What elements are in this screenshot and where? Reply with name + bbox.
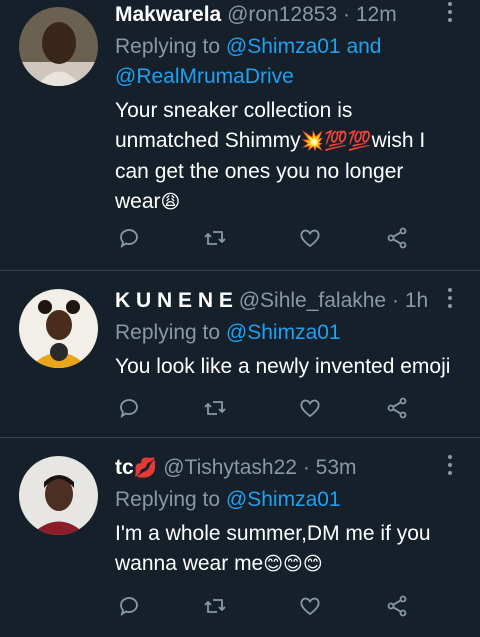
reply-icon[interactable] — [117, 594, 145, 622]
mention-link[interactable]: @RealMrumaDrive — [115, 65, 294, 88]
reply-icon[interactable] — [117, 396, 145, 424]
action-bar — [115, 226, 415, 256]
replying-to: Replying to @Shimza01 — [115, 318, 464, 348]
timestamp[interactable]: 53m — [316, 456, 357, 479]
author-handle[interactable]: @ron12853 — [227, 3, 337, 26]
author-handle[interactable]: @Tishytash22 — [163, 456, 297, 479]
tweet-header: tc💋 @Tishytash22 · 53m — [115, 453, 464, 483]
tweet-2[interactable]: K U N E N E @Sihle_falakhe · 1h Replying… — [0, 271, 480, 437]
timestamp[interactable]: 12m — [356, 3, 397, 26]
more-icon[interactable] — [448, 288, 454, 312]
retweet-icon[interactable] — [203, 396, 231, 424]
replying-to: Replying to @Shimza01 and @RealMrumaDriv… — [115, 32, 464, 92]
share-icon[interactable] — [385, 226, 413, 254]
tweet-text-line: wish I — [371, 129, 426, 152]
reply-icon[interactable] — [117, 226, 145, 254]
mention-link[interactable]: @Shimza01 — [226, 35, 341, 58]
tweet-text: You look like a newly invented emoji — [115, 352, 464, 382]
like-icon[interactable] — [298, 594, 326, 622]
name-emoji: 💋 — [133, 458, 158, 479]
tweet-text-line: Your sneaker collection is — [115, 99, 353, 122]
share-icon[interactable] — [385, 594, 413, 622]
avatar-tc[interactable] — [19, 456, 98, 535]
tweet-header: K U N E N E @Sihle_falakhe · 1h — [115, 286, 464, 316]
emoji: 😊😊😊 — [263, 554, 323, 575]
author-name[interactable]: K U N E N E — [115, 289, 233, 312]
avatar-kunene[interactable] — [19, 289, 98, 368]
retweet-icon[interactable] — [203, 226, 231, 254]
mention-link[interactable]: @Shimza01 — [226, 488, 341, 511]
more-icon[interactable] — [448, 455, 454, 479]
tweet-text-line: unmatched Shimmy — [115, 129, 301, 152]
like-icon[interactable] — [298, 226, 326, 254]
separator-dot: · — [302, 456, 310, 479]
mention-link[interactable]: @Shimza01 — [226, 321, 341, 344]
timestamp[interactable]: 1h — [405, 289, 428, 312]
tweet-text-line: wear — [115, 190, 161, 213]
retweet-icon[interactable] — [203, 594, 231, 622]
emoji: 😩 — [160, 192, 181, 213]
more-icon[interactable] — [448, 2, 454, 26]
replying-to: Replying to @Shimza01 — [115, 485, 464, 515]
tweet-text: I'm a whole summer,DM me if you wanna we… — [115, 519, 464, 580]
avatar-makwarela[interactable] — [19, 7, 98, 86]
share-icon[interactable] — [385, 396, 413, 424]
replying-and: and — [340, 35, 382, 58]
tweet-text-line: You look like a newly invented emoji — [115, 355, 451, 378]
author-handle[interactable]: @Sihle_falakhe — [239, 289, 386, 312]
tweet-1[interactable]: Makwarela @ron12853 · 12m Replying to @S… — [0, 0, 480, 270]
separator-dot: · — [391, 289, 399, 312]
action-bar — [115, 396, 415, 426]
tweet-text-line: can get the ones you no longer — [115, 160, 404, 183]
tweet-text-line: I'm a whole summer,DM me if you — [115, 522, 431, 545]
tweet-3[interactable]: tc💋 @Tishytash22 · 53m Replying to @Shim… — [0, 438, 480, 637]
author-name[interactable]: tc — [115, 456, 134, 479]
tweet-text-line: wanna wear me — [115, 552, 264, 575]
emoji: 💥💯💯 — [300, 131, 372, 152]
tweet-header: Makwarela @ron12853 · 12m — [115, 0, 464, 30]
replying-prefix: Replying to — [115, 35, 226, 58]
author-name[interactable]: Makwarela — [115, 3, 221, 26]
like-icon[interactable] — [298, 396, 326, 424]
action-bar — [115, 594, 415, 624]
replying-prefix: Replying to — [115, 321, 226, 344]
tweet-text: Your sneaker collection is unmatched Shi… — [115, 96, 464, 218]
separator-dot: · — [343, 3, 350, 26]
replying-prefix: Replying to — [115, 488, 226, 511]
